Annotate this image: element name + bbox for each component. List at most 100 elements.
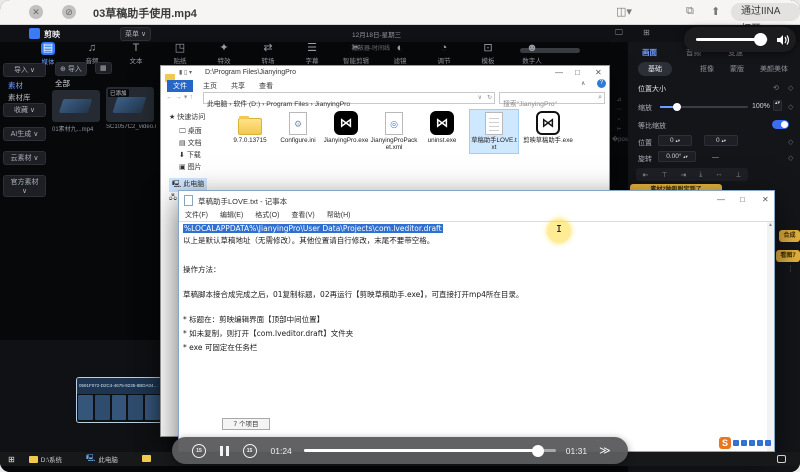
taskbar-item-folder[interactable]: D:\系统 <box>29 454 62 464</box>
search-box[interactable]: 搜索"JianyingPro" ⌕ <box>499 92 605 104</box>
minimize-window-icon[interactable]: ⊘ <box>62 5 76 19</box>
close-icon[interactable]: ✕ <box>762 195 769 204</box>
rail-item-ai[interactable]: AI生成 ∨ <box>3 127 46 141</box>
file-draft-helper-txt-selected[interactable]: 草稿助手LOVE.txt <box>469 109 519 154</box>
file-jianyingpro-exe[interactable]: ⋈ JianyingPro.exe <box>321 111 371 144</box>
dropdown-icon[interactable]: ∨ <box>478 94 482 101</box>
tab-text[interactable]: T文本 <box>114 42 158 66</box>
uniform-scale-toggle[interactable] <box>772 120 789 129</box>
subtab-cutout[interactable]: 抠像 <box>700 64 714 74</box>
timeline-clip[interactable]: 0591F072-D2C4-4675-9235-8BDA04… <box>76 377 162 423</box>
scrollbar[interactable]: ▲ <box>767 222 774 451</box>
share-icon[interactable]: ⬆ <box>711 5 720 18</box>
more-dots-icon[interactable]: ⋮ <box>787 265 794 273</box>
close-window-icon[interactable]: ✕ <box>29 5 43 19</box>
keyframe-icon[interactable]: ◇ <box>788 154 793 162</box>
notepad-text-area[interactable]: %LOCALAPPDATA%\JianyingPro\User Data\Pro… <box>183 224 743 353</box>
rail-import-button[interactable]: 导入 ∨ <box>3 63 46 77</box>
file-uninst-exe[interactable]: ⋈ uninst.exe <box>417 111 467 144</box>
panel-tab-picture[interactable]: 画面 <box>642 47 657 58</box>
skip-back-15-icon[interactable]: 15 <box>192 444 206 458</box>
keyframe-icon[interactable]: ◇ <box>788 103 793 111</box>
quick-access-toolbar[interactable]: ▮ ▯ ▾ <box>179 69 192 76</box>
position-y-input[interactable]: 0 ▴▾ <box>704 135 738 146</box>
ribbon-home-tab[interactable]: 主页 <box>203 81 217 91</box>
tab-avatar[interactable]: ☻数字人 <box>510 42 554 66</box>
rail-item-favorites[interactable]: 收藏 ∨ <box>3 103 46 117</box>
tab-smartcut[interactable]: ✂智能剪辑 <box>334 42 378 66</box>
maximize-icon[interactable]: □ <box>740 195 745 204</box>
position-x-input[interactable]: 0 ▴▾ <box>658 135 692 146</box>
scale-slider-knob[interactable] <box>673 103 681 111</box>
reset-icon[interactable]: ⟲ <box>773 84 779 92</box>
display-icon[interactable]: 🖵 <box>615 28 623 38</box>
ribbon-collapse-icon[interactable]: ∧ <box>581 80 585 87</box>
keyframe-icon[interactable]: ◇ <box>788 138 793 146</box>
file-draft-helper-exe[interactable]: ⋈ 剪映草稿助手.exe <box>523 111 573 144</box>
media-import-button[interactable]: ⊕ 导入 <box>55 62 87 76</box>
sidebar-pictures[interactable]: ▣ 图片 <box>179 162 202 172</box>
action-center-icon[interactable] <box>777 455 786 463</box>
seek-bar[interactable] <box>304 449 556 452</box>
rail-item-cloud[interactable]: 云素材 ∨ <box>3 151 46 165</box>
minimize-icon[interactable]: — <box>717 195 725 204</box>
seek-bar-knob[interactable] <box>532 445 544 457</box>
maximize-icon[interactable]: □ <box>575 68 580 77</box>
address-bar[interactable]: 此电脑 › 软件 (D:) › Program Files › Jianying… <box>203 92 495 104</box>
start-button-icon[interactable]: ⊞ <box>8 455 15 464</box>
notepad-menubar[interactable]: 文件(F) 编辑(E) 格式(O) 查看(V) 帮助(H) <box>185 210 350 220</box>
tab-caption[interactable]: ☰字幕 <box>290 42 334 66</box>
file-version-folder[interactable]: 9.7.0.13715 <box>225 114 275 144</box>
keyframe-icon[interactable]: ◇ <box>788 84 793 92</box>
scale-stepper[interactable]: ▴▾ <box>773 100 782 111</box>
tab-filter[interactable]: ◐滤镜 <box>378 42 422 66</box>
rotate-input[interactable]: 0.00° ▴▾ <box>658 151 696 162</box>
file-configure-ini[interactable]: ⚙ Configure.ini <box>273 112 323 144</box>
subtab-beauty[interactable]: 美颜美体 <box>760 64 788 74</box>
rail-item-material[interactable]: 素材 <box>8 80 23 91</box>
ribbon-share-tab[interactable]: 共享 <box>231 81 245 91</box>
new-window-icon[interactable]: ⧉ <box>686 5 694 18</box>
sidebar-documents[interactable]: ▤ 文档 <box>179 138 202 148</box>
sidebar-quick-access[interactable]: ★ 快速访问 <box>169 112 205 122</box>
tab-sticker[interactable]: ◳贴纸 <box>158 42 202 66</box>
volume-slider[interactable] <box>696 38 768 41</box>
tab-transition[interactable]: ⇄转场 <box>246 42 290 66</box>
open-with-iina-button[interactable]: 通过IINA打开 <box>731 3 800 21</box>
skip-forward-15-icon[interactable]: 15 <box>243 444 257 458</box>
ribbon-view-tab[interactable]: 查看 <box>259 81 273 91</box>
sidebar-desktop[interactable]: 🖵 桌面 <box>179 126 202 136</box>
section-position-size[interactable]: 位置大小 <box>638 84 666 94</box>
pause-icon[interactable] <box>220 446 229 456</box>
media-filter-all[interactable]: 全部 <box>55 78 70 89</box>
search-icon[interactable]: ⌕ <box>598 94 602 102</box>
help-icon[interactable]: ? <box>597 79 606 88</box>
tab-effects[interactable]: ✦特效 <box>202 42 246 66</box>
window-size-icon[interactable]: ◫▾ <box>616 5 632 18</box>
media-view-toggle[interactable]: ▦ <box>95 62 112 74</box>
close-icon[interactable]: ✕ <box>595 68 602 77</box>
nav-arrows[interactable]: ← → ▾ ↑ <box>166 93 193 101</box>
media-clip-thumbnail[interactable]: 已添加 <box>106 87 154 122</box>
rail-item-official[interactable]: 官方素材 ∨ <box>3 175 46 197</box>
ribbon-file-tab[interactable]: 文件 <box>167 80 193 92</box>
align-toolbar[interactable]: ⇤⊤⇥⤓↔⊥ <box>636 168 748 181</box>
minimize-icon[interactable]: — <box>555 68 563 77</box>
refresh-icon[interactable]: ↻ <box>487 94 492 101</box>
volume-slider-knob[interactable] <box>754 33 767 46</box>
video-frame[interactable]: 剪映 菜单 ∨ 12月18日-星期三 播放器-时间线 🖵 ⊞ ▤媒体 ♫音频 T… <box>0 25 800 472</box>
subtab-basic[interactable]: 基础 <box>638 62 672 76</box>
rail-item-library[interactable]: 素材库 <box>8 92 31 103</box>
fast-forward-icon[interactable]: ≫ <box>599 444 611 457</box>
taskbar-item-folder[interactable] <box>142 455 151 464</box>
breadcrumb[interactable]: 此电脑 › 软件 (D:) › Program Files › Jianying… <box>207 101 350 108</box>
editor-menu-button[interactable]: 菜单 ∨ <box>120 27 151 41</box>
taskbar-item-this-pc[interactable]: 🖳此电脑 <box>86 454 118 465</box>
subtab-mask[interactable]: 蒙版 <box>730 64 744 74</box>
export-grid-icon[interactable]: ⊞ <box>643 28 650 37</box>
scale-slider[interactable] <box>660 106 748 108</box>
tab-template[interactable]: ⊡模板 <box>466 42 510 66</box>
tab-adjust[interactable]: ◔调节 <box>422 42 466 66</box>
file-packet-xml[interactable]: ◎ JianyingProPacket.xml <box>369 112 419 151</box>
sidebar-downloads[interactable]: ⬇ 下载 <box>179 150 201 160</box>
